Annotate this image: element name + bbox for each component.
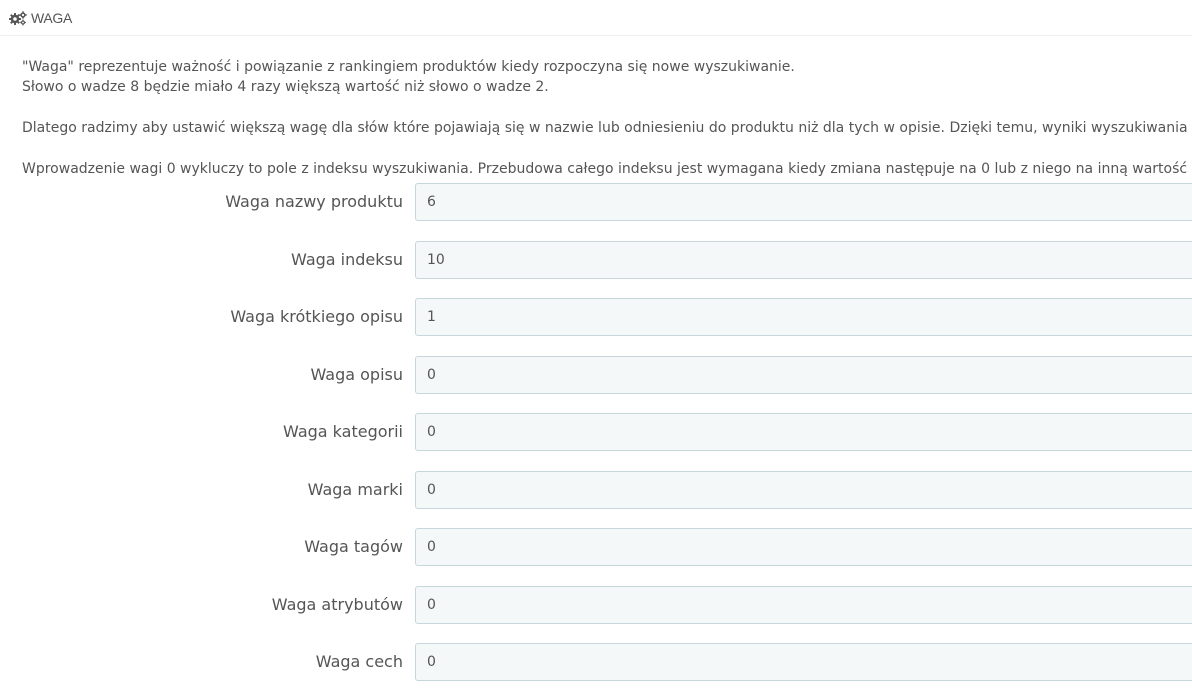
field-attributes-weight: Waga atrybutów (0, 586, 1192, 624)
field-label: Waga tagów (304, 537, 403, 556)
weight-panel: WAGA "Waga" reprezentuje ważność i powią… (0, 0, 1192, 690)
category-weight-input[interactable] (415, 413, 1192, 451)
field-label: Waga atrybutów (271, 595, 403, 614)
field-short-description-weight: Waga krótkiego opisu (0, 298, 1192, 336)
field-label: Waga cech (315, 652, 403, 671)
field-label: Waga krótkiego opisu (230, 307, 403, 326)
short-description-weight-input[interactable] (415, 298, 1192, 336)
brand-weight-input[interactable] (415, 471, 1192, 509)
cogs-icon (8, 10, 28, 26)
panel-heading: WAGA (0, 0, 1192, 36)
field-label: Waga marki (307, 480, 403, 499)
description-line-4: Wprowadzenie wagi 0 wykluczy to pole z i… (22, 161, 1188, 177)
panel-title: WAGA (31, 9, 73, 26)
weight-description: "Waga" reprezentuje ważność i powiązanie… (22, 57, 1192, 179)
tags-weight-input[interactable] (415, 528, 1192, 566)
description-line-2: Słowo o wadze 8 będzie miało 4 razy więk… (22, 79, 549, 95)
field-label: Waga kategorii (283, 422, 403, 441)
field-label: Waga opisu (310, 365, 403, 384)
reference-weight-input[interactable] (415, 241, 1192, 279)
field-description-weight: Waga opisu (0, 356, 1192, 394)
field-brand-weight: Waga marki (0, 471, 1192, 509)
description-weight-input[interactable] (415, 356, 1192, 394)
field-label: Waga indeksu (291, 250, 403, 269)
attributes-weight-input[interactable] (415, 586, 1192, 624)
field-reference-weight: Waga indeksu (0, 241, 1192, 279)
field-tags-weight: Waga tagów (0, 528, 1192, 566)
field-product-name-weight: Waga nazwy produktu (0, 183, 1192, 221)
field-features-weight: Waga cech (0, 643, 1192, 681)
field-category-weight: Waga kategorii (0, 413, 1192, 451)
features-weight-input[interactable] (415, 643, 1192, 681)
description-line-3: Dlatego radzimy aby ustawić większą wagę… (22, 120, 1192, 136)
description-line-1: "Waga" reprezentuje ważność i powiązanie… (22, 59, 795, 75)
product-name-weight-input[interactable] (415, 183, 1192, 221)
field-label: Waga nazwy produktu (225, 192, 403, 211)
